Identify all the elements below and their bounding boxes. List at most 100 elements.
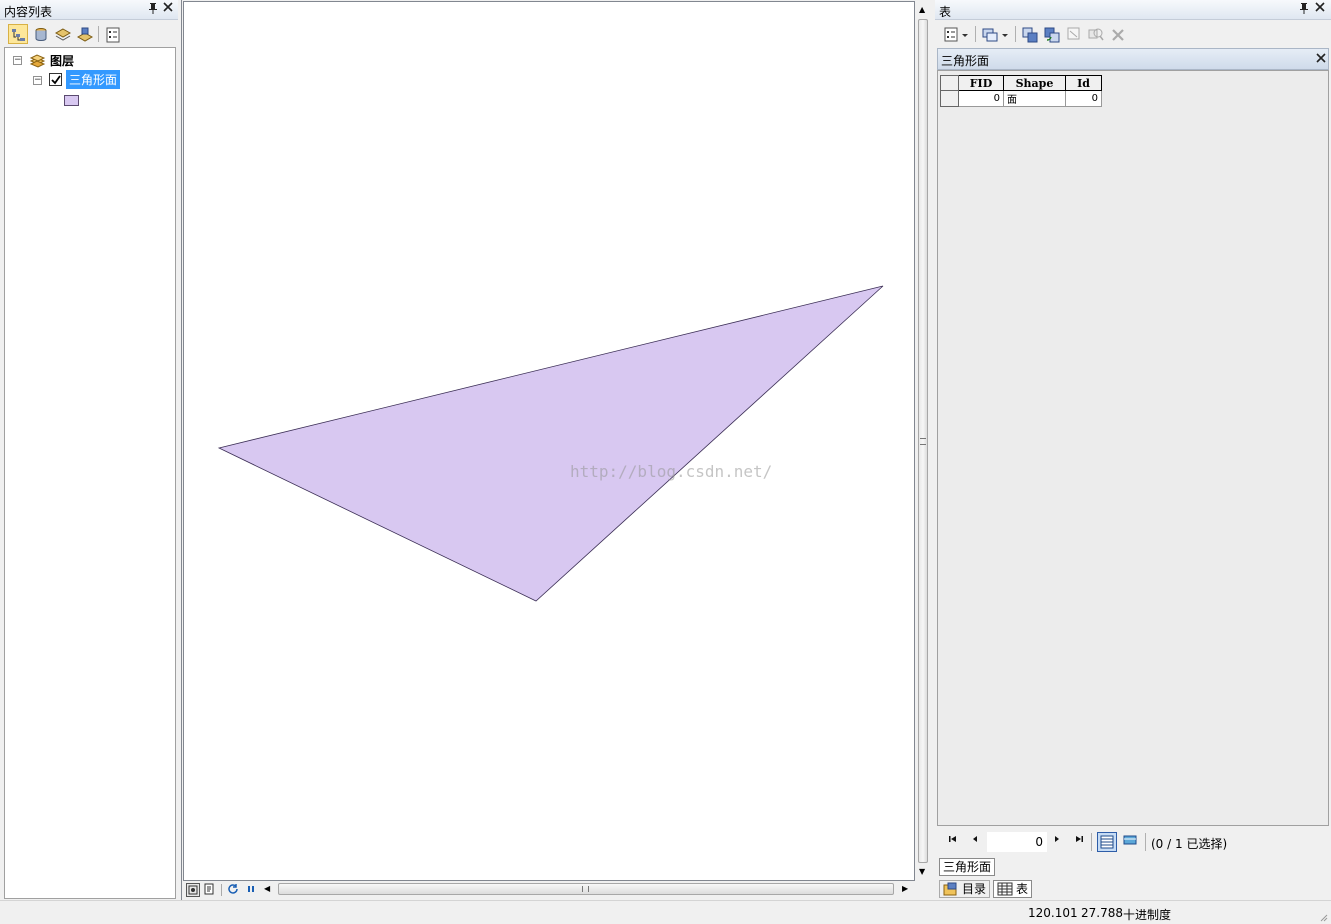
close-icon[interactable] (1316, 52, 1326, 66)
table-tab-label: 表 (1016, 882, 1029, 896)
pin-icon[interactable] (1297, 2, 1311, 16)
data-view-button[interactable] (186, 883, 200, 897)
separator (975, 26, 976, 42)
layer-symbol-swatch[interactable] (64, 95, 79, 106)
table-layer-tab[interactable]: 三角形面 (939, 858, 996, 876)
vertical-scrollbar[interactable]: ▲ ▼ (915, 1, 931, 881)
toc-title-bar: 内容列表 (0, 0, 178, 20)
cell-id[interactable]: 0 (1065, 90, 1102, 107)
catalog-icon (943, 882, 959, 900)
refresh-button[interactable] (227, 883, 241, 897)
separator (1145, 833, 1146, 851)
list-by-visibility-button[interactable] (52, 24, 72, 44)
list-by-drawing-order-icon (12, 29, 25, 41)
delete-icon (1112, 29, 1124, 41)
related-tables-button[interactable] (979, 24, 1011, 44)
table-toolbar (935, 21, 1331, 47)
column-header-shape[interactable]: Shape (1003, 75, 1066, 91)
list-by-selection-icon (77, 27, 93, 42)
first-record-icon (949, 836, 956, 842)
data-view-icon (188, 885, 198, 895)
separator (221, 884, 222, 896)
layers-group-label[interactable]: 图层 (50, 52, 74, 69)
horizontal-scroll-thumb[interactable] (278, 883, 894, 895)
related-tables-icon (982, 28, 1008, 42)
map-canvas[interactable] (183, 1, 915, 881)
zoom-to-selected-button[interactable] (1085, 24, 1105, 44)
next-record-button[interactable] (1049, 834, 1065, 850)
pause-icon (248, 886, 254, 892)
list-by-drawing-order-button[interactable] (8, 24, 28, 44)
current-record-input[interactable] (987, 832, 1047, 852)
column-header-fid[interactable]: FID (958, 75, 1004, 91)
table-icon (997, 882, 1013, 900)
last-record-button[interactable] (1071, 834, 1087, 850)
list-by-selection-button[interactable] (74, 24, 94, 44)
show-all-records-icon (1100, 835, 1114, 849)
grip-icon (582, 886, 589, 892)
table-layer-header: 三角形面 (937, 48, 1329, 70)
record-navigation-bar: (0 / 1 已选择) (937, 828, 1329, 856)
options-icon (106, 27, 120, 43)
vertical-scroll-thumb[interactable] (918, 19, 928, 863)
collapse-icon[interactable]: − (33, 76, 42, 85)
map-view: ▲ ▼ ◀ ▶ http://blog.csdn.net/ (181, 0, 931, 900)
table-layer-title: 三角形面 (941, 54, 990, 68)
separator (1091, 833, 1092, 851)
scroll-left-icon[interactable]: ◀ (264, 884, 270, 893)
zoom-to-selected-icon (1088, 28, 1104, 41)
scroll-down-icon[interactable]: ▼ (919, 867, 925, 876)
table-grid-area: FID Shape Id 0 面 0 (937, 70, 1329, 826)
coordinate-y: 27.788 (1081, 906, 1123, 920)
table-tab[interactable]: 表 (993, 880, 1033, 900)
previous-record-button[interactable] (967, 834, 983, 850)
map-bottom-bar: ◀ ▶ (183, 881, 915, 899)
show-selected-records-button[interactable] (1121, 832, 1141, 852)
grip-icon (920, 438, 926, 445)
show-all-records-button[interactable] (1097, 832, 1117, 852)
scroll-right-icon[interactable]: ▶ (902, 884, 908, 893)
catalog-tab-label: 目录 (962, 882, 987, 896)
catalog-tab[interactable]: 目录 (939, 880, 991, 900)
list-by-source-button[interactable] (30, 24, 50, 44)
watermark-text: http://blog.csdn.net/ (570, 462, 773, 481)
list-by-visibility-icon (55, 28, 71, 41)
column-header-id[interactable]: Id (1065, 75, 1102, 91)
toc-tree: − 图层 − 三角形面 (4, 47, 176, 899)
delete-selected-button[interactable] (1107, 24, 1127, 44)
clear-selection-icon (1067, 27, 1080, 40)
toc-options-button[interactable] (102, 24, 122, 44)
cell-fid[interactable]: 0 (958, 90, 1004, 107)
layer-visibility-checkbox[interactable] (49, 73, 62, 86)
pause-drawing-button[interactable] (245, 883, 259, 897)
collapse-icon[interactable]: − (13, 56, 22, 65)
cell-shape[interactable]: 面 (1003, 90, 1066, 107)
triangle-polygon-feature[interactable] (217, 285, 884, 602)
table-header-row: FID Shape Id (940, 75, 1102, 91)
switch-selection-button[interactable] (1041, 24, 1061, 44)
previous-record-icon (973, 836, 977, 842)
toc-toolbar (0, 21, 178, 47)
select-by-attributes-button[interactable] (1019, 24, 1039, 44)
clear-selection-button[interactable] (1063, 24, 1083, 44)
pin-icon[interactable] (146, 2, 160, 16)
table-row[interactable]: 0 面 0 (940, 90, 1102, 107)
row-selector-header[interactable] (940, 75, 959, 91)
layers-icon (28, 52, 46, 71)
close-icon[interactable] (1313, 2, 1327, 16)
switch-selection-icon (1044, 27, 1060, 43)
layout-view-button[interactable] (203, 883, 217, 897)
table-options-button[interactable] (941, 24, 971, 44)
row-selector[interactable] (940, 90, 959, 107)
close-icon[interactable] (161, 2, 175, 16)
toc-title: 内容列表 (4, 5, 53, 19)
first-record-button[interactable] (945, 834, 961, 850)
last-record-icon (1076, 836, 1083, 842)
separator (1015, 26, 1016, 42)
layer-name-label[interactable]: 三角形面 (66, 70, 121, 89)
toolbar-separator (98, 26, 99, 42)
resize-grip-icon[interactable] (1318, 911, 1328, 922)
layout-view-icon (204, 883, 214, 895)
scroll-up-icon[interactable]: ▲ (919, 5, 925, 14)
attribute-table-panel: 表 三角形面 FID Shape Id 0 面 0 0 (0 / 1 已选择) … (935, 0, 1331, 900)
